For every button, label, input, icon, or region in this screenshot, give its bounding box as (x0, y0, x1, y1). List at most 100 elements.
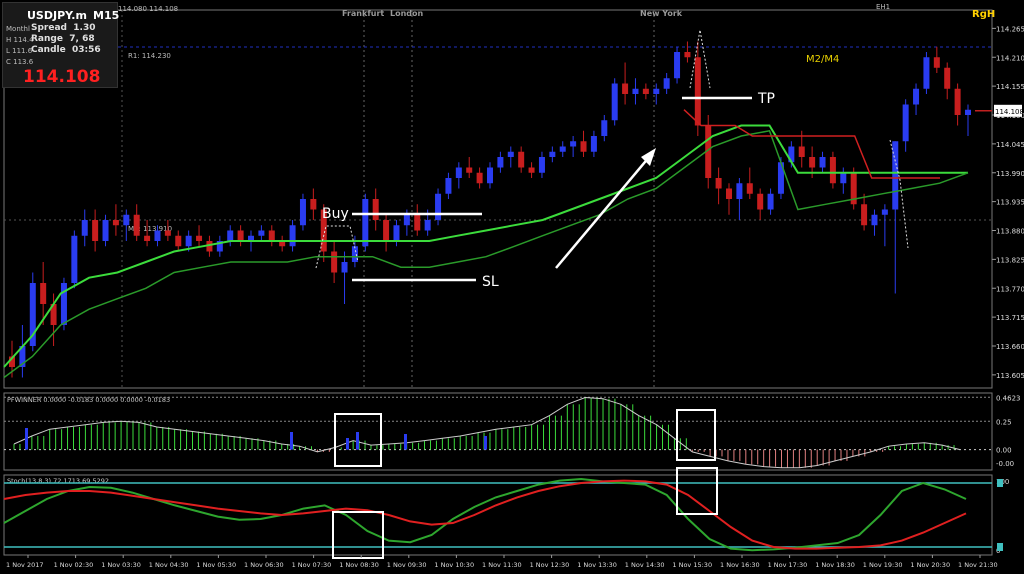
candle-body (227, 230, 234, 241)
candle-body (164, 230, 171, 236)
symbol-label: USDJPY.m (27, 9, 87, 22)
candle-body (424, 220, 431, 231)
candle-body (892, 141, 899, 210)
candle-body (341, 262, 348, 273)
osc-blue-bar (404, 434, 407, 450)
candle-body (663, 78, 670, 89)
osc-tick-label: -0.00 (996, 460, 1014, 468)
candle-body (611, 83, 618, 121)
candle-body (881, 209, 888, 215)
candle-body (112, 220, 119, 226)
stoch-level-marker (997, 543, 1003, 551)
y-tick-label: 114.265 (996, 25, 1024, 33)
candle-body (642, 88, 649, 94)
x-tick-label: 1 Nov 09:30 (387, 561, 427, 569)
x-tick-label: 1 Nov 15:30 (672, 561, 712, 569)
candle-body (258, 230, 265, 236)
stoch-level-marker (997, 479, 1003, 487)
current-price-label: 114.108 (995, 108, 1024, 116)
candle-body (944, 67, 951, 89)
pivot-m2m4-label: M2/M4 (806, 54, 839, 65)
x-tick-label: 1 Nov 20:30 (910, 561, 950, 569)
osc-tick-label: 0.25 (996, 418, 1012, 426)
candle-body (268, 230, 275, 241)
osc-blue-bar (346, 438, 349, 450)
candle-body (726, 188, 732, 199)
y-tick-label: 113.605 (996, 372, 1024, 380)
osc-tick-label: 0.4623 (996, 394, 1021, 402)
session-label: New York (640, 9, 683, 18)
candle-body (144, 235, 151, 241)
candle-body (861, 204, 868, 226)
candle-body (185, 235, 192, 247)
candle-body (123, 214, 130, 226)
candle-body (819, 157, 826, 168)
candle-body (746, 183, 753, 194)
candle-body (570, 141, 577, 147)
x-tick-label: 1 Nov 16:30 (720, 561, 760, 569)
candle-body (580, 141, 587, 152)
osc-blue-bar (290, 432, 293, 450)
candle-body (299, 199, 306, 226)
candle-body (590, 136, 597, 152)
info-side-3: C 113.6 (6, 58, 34, 66)
current-price-big: 114.108 (23, 67, 101, 87)
candle-body (829, 157, 836, 184)
pivot-r1-label: R1: 114.230 (128, 52, 171, 60)
info-side-1: H 114.4 (6, 36, 34, 44)
x-tick-label: 1 Nov 18:30 (815, 561, 855, 569)
stoch-title: Stoch(13,8,3) 72.1713 69.5292 (7, 477, 109, 485)
candle-body (40, 283, 47, 304)
x-tick-label: 1 Nov 19:30 (863, 561, 903, 569)
info-side-2: L 111.6 (6, 47, 33, 55)
candle-body (154, 230, 161, 241)
main-pane (3, 9, 993, 389)
osc-blue-bar (356, 432, 359, 450)
x-tick-label: 1 Nov 06:30 (244, 561, 284, 569)
x-tick-label: 1 Nov 03:30 (101, 561, 141, 569)
candle-body (476, 172, 483, 184)
y-tick-label: 114.155 (996, 83, 1024, 91)
candle-body (549, 151, 556, 157)
candle-body (694, 57, 701, 126)
candle-body (809, 157, 816, 168)
x-tick-label: 1 Nov 08:30 (339, 561, 379, 569)
y-tick-label: 113.935 (996, 199, 1024, 207)
chart-svg: 114.265114.210114.155114.100114.045113.9… (3, 9, 1024, 569)
candle-body (715, 178, 722, 189)
x-tick-label: 1 Nov 12:30 (530, 561, 570, 569)
candle-body (237, 230, 244, 241)
candle-body (757, 193, 764, 210)
candle-body (383, 220, 390, 241)
candle-body (289, 225, 296, 247)
candle-body (913, 88, 920, 105)
candle-body (435, 193, 442, 220)
candle-body (466, 167, 473, 173)
candle-body (528, 167, 535, 173)
x-tick-label: 1 Nov 13:30 (577, 561, 617, 569)
candle-body (954, 88, 961, 115)
x-tick-label: 1 Nov 02:30 (54, 561, 94, 569)
y-tick-label: 113.715 (996, 314, 1024, 322)
x-tick-label: 1 Nov 21:30 (958, 561, 998, 569)
candle-body (902, 104, 909, 142)
candle-body (331, 251, 338, 273)
candle-body (684, 52, 691, 58)
candle-body (372, 199, 379, 220)
x-tick-label: 1 Nov 14:30 (625, 561, 665, 569)
candle-body (310, 199, 317, 210)
info-panel: USDJPY.m M15 Monthl Spread 1.30 H 114.4 … (2, 2, 119, 88)
y-tick-label: 113.990 (996, 170, 1024, 178)
x-tick-label: 1 Nov 10:30 (434, 561, 474, 569)
candle-body (133, 214, 140, 236)
y-tick-label: 114.045 (996, 141, 1024, 149)
x-tick-label: 1 Nov 2017 (6, 561, 44, 569)
candle-body (60, 283, 67, 325)
candle-body (736, 183, 743, 199)
candle-body (445, 178, 452, 194)
buy-label: Buy (322, 206, 349, 222)
info-side-0: Monthl (6, 25, 30, 33)
candle-body (455, 167, 462, 178)
candle-body (497, 157, 504, 168)
candle-body (507, 151, 514, 157)
